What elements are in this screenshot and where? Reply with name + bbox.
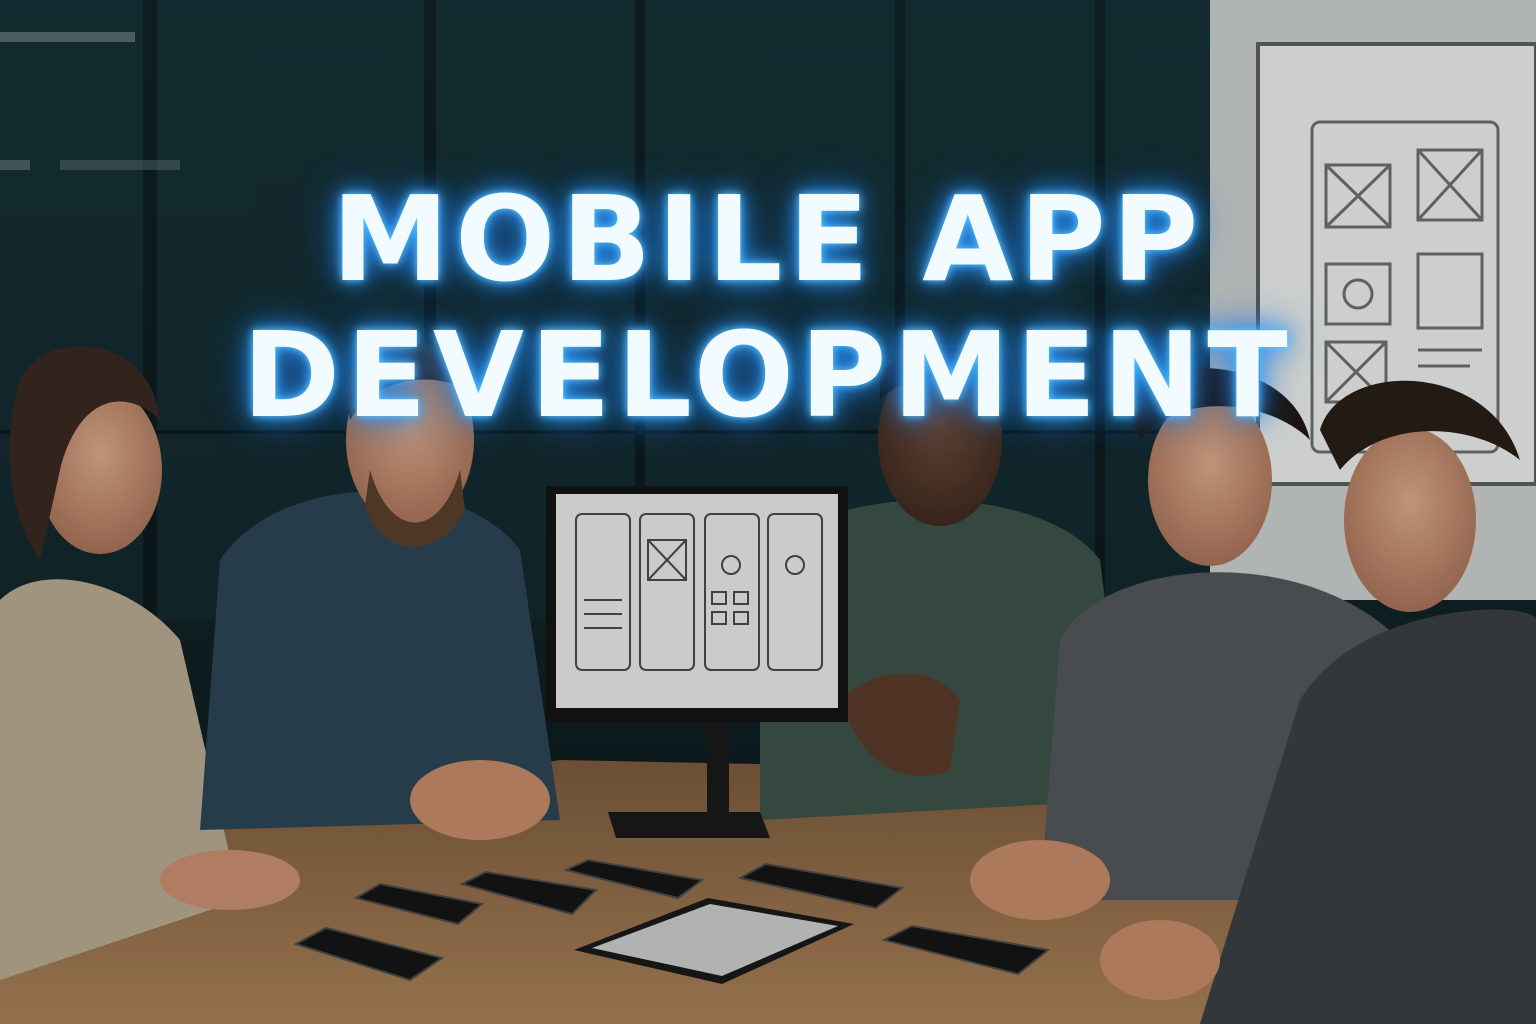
headline-title: MOBILE APP DEVELOPMENT [0,171,1536,443]
headline-line-1: MOBILE APP [331,170,1205,309]
photo-scene: MOBILE APP DEVELOPMENT [0,0,1536,1024]
headline-line-2: DEVELOPMENT [242,306,1294,445]
scene-illustration [0,0,1536,1024]
